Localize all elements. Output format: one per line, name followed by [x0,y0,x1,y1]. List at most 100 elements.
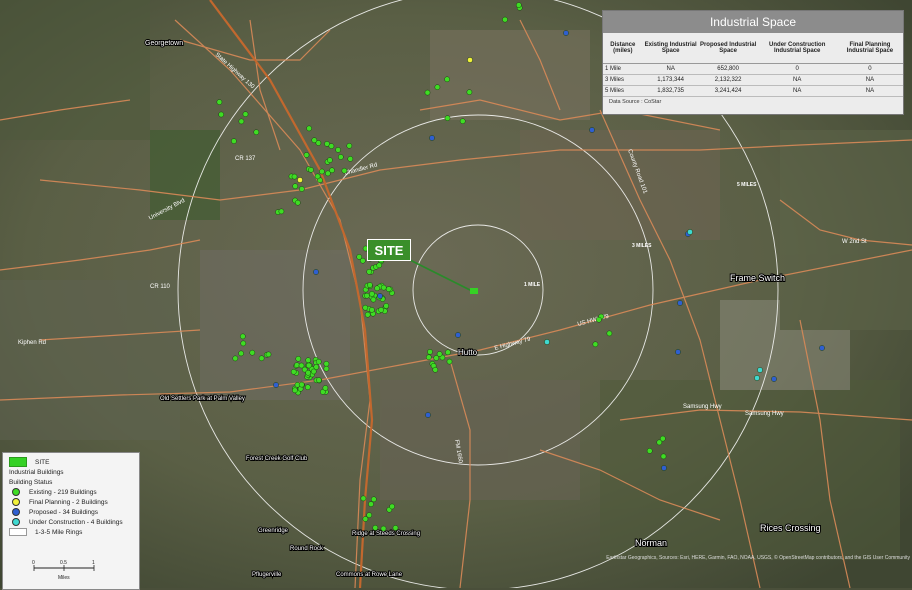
existing-building-marker[interactable] [216,99,223,105]
existing-building-marker[interactable] [238,118,245,125]
existing-building-marker[interactable] [459,118,466,125]
site-label[interactable]: SITE [367,239,411,261]
existing-building-marker[interactable] [374,285,380,292]
existing-building-marker[interactable] [380,284,387,291]
existing-building-marker[interactable] [242,111,249,118]
existing-building-marker[interactable] [376,262,383,269]
existing-building-marker[interactable] [231,138,237,144]
existing-building-marker[interactable] [341,167,348,174]
existing-building-marker[interactable] [303,152,310,158]
existing-building-marker[interactable] [218,111,225,118]
existing-building-marker[interactable] [232,355,239,362]
existing-building-marker[interactable] [392,525,399,531]
existing-building-marker[interactable] [347,156,354,162]
existing-building-marker[interactable] [306,125,312,132]
existing-building-marker[interactable] [327,157,333,163]
existing-building-marker[interactable] [366,268,373,275]
existing-building-marker[interactable] [364,311,371,318]
existing-building-marker[interactable] [308,167,314,173]
existing-building-marker[interactable] [368,501,374,507]
existing-building-marker[interactable] [295,355,302,362]
existing-building-marker[interactable] [265,351,272,358]
existing-building-marker[interactable] [425,354,432,361]
existing-building-marker[interactable] [290,368,297,375]
existing-building-marker[interactable] [445,349,451,356]
existing-building-marker[interactable] [659,435,666,442]
construction-building-marker[interactable] [754,375,760,381]
existing-building-marker[interactable] [434,84,441,91]
existing-building-marker[interactable] [360,495,367,502]
existing-building-marker[interactable] [378,307,384,313]
construction-building-marker[interactable] [687,229,693,235]
existing-building-marker[interactable] [444,76,450,83]
existing-building-marker[interactable] [319,168,325,175]
existing-building-marker[interactable] [298,362,305,369]
existing-building-marker[interactable] [298,381,305,388]
existing-building-marker[interactable] [315,358,322,365]
proposed-building-marker[interactable] [273,382,279,388]
existing-building-marker[interactable] [646,448,653,454]
existing-building-marker[interactable] [305,369,312,376]
existing-building-marker[interactable] [323,365,330,372]
existing-building-marker[interactable] [291,173,298,180]
existing-building-marker[interactable] [370,496,377,503]
existing-building-marker[interactable] [346,142,353,149]
proposed-building-marker[interactable] [675,349,681,355]
existing-building-marker[interactable] [335,147,341,153]
construction-building-marker[interactable] [757,367,763,373]
existing-building-marker[interactable] [359,257,366,264]
final-planning-building-marker[interactable] [297,177,303,183]
existing-building-marker[interactable] [316,377,322,383]
existing-building-marker[interactable] [322,385,329,391]
existing-building-marker[interactable] [427,349,433,355]
existing-building-marker[interactable] [424,89,431,96]
existing-building-marker[interactable] [385,286,392,292]
proposed-building-marker[interactable] [455,332,461,338]
existing-building-marker[interactable] [369,291,375,297]
proposed-building-marker[interactable] [661,465,667,471]
existing-building-marker[interactable] [380,525,387,532]
existing-building-marker[interactable] [314,173,321,180]
existing-building-marker[interactable] [323,360,330,367]
existing-building-marker[interactable] [328,143,335,149]
existing-building-marker[interactable] [660,453,667,460]
existing-building-marker[interactable] [383,303,390,309]
existing-building-marker[interactable] [362,304,369,311]
site-parcel[interactable] [470,288,478,294]
existing-building-marker[interactable] [294,199,301,206]
existing-building-marker[interactable] [258,355,265,362]
existing-building-marker[interactable] [369,307,375,313]
existing-building-marker[interactable] [310,368,317,375]
existing-building-marker[interactable] [389,503,395,510]
existing-building-marker[interactable] [278,208,285,215]
existing-building-marker[interactable] [325,170,331,177]
existing-building-marker[interactable] [596,316,602,323]
proposed-building-marker[interactable] [819,345,825,351]
existing-building-marker[interactable] [304,384,311,391]
existing-building-marker[interactable] [311,137,318,144]
existing-building-marker[interactable] [466,89,473,96]
proposed-building-marker[interactable] [589,127,595,133]
existing-building-marker[interactable] [298,186,305,192]
existing-building-marker[interactable] [306,362,312,369]
existing-building-marker[interactable] [606,330,613,337]
proposed-building-marker[interactable] [771,376,777,382]
proposed-building-marker[interactable] [425,412,431,418]
proposed-building-marker[interactable] [429,135,435,141]
existing-building-marker[interactable] [362,516,369,522]
existing-building-marker[interactable] [249,349,256,356]
proposed-building-marker[interactable] [313,269,319,275]
final-planning-building-marker[interactable] [467,57,473,63]
existing-building-marker[interactable] [515,2,522,8]
existing-building-marker[interactable] [367,282,373,288]
proposed-building-marker[interactable] [563,30,569,36]
existing-building-marker[interactable] [446,358,453,365]
existing-building-marker[interactable] [436,351,443,357]
existing-building-marker[interactable] [240,340,247,347]
existing-building-marker[interactable] [305,357,312,364]
existing-building-marker[interactable] [432,366,439,373]
construction-building-marker[interactable] [544,339,550,345]
proposed-building-marker[interactable] [677,300,683,306]
proposed-building-marker[interactable] [377,293,383,299]
existing-building-marker[interactable] [239,333,246,340]
